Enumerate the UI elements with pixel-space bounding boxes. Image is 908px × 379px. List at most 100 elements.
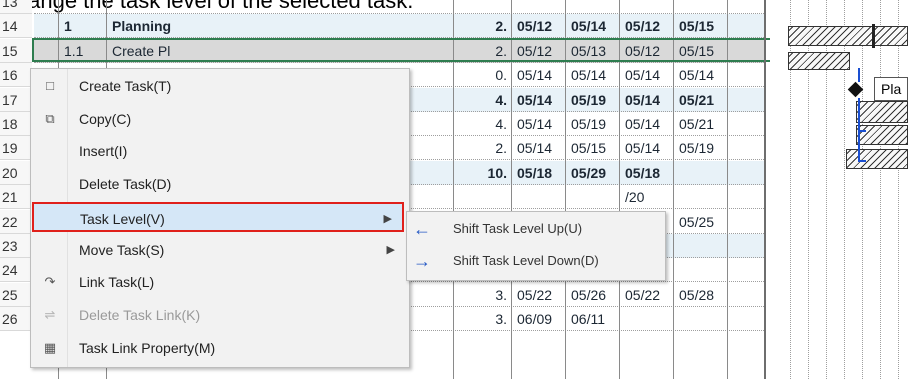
cell-id[interactable] xyxy=(60,0,106,14)
menu-item-label: Copy(C) xyxy=(79,110,132,127)
menu-item-task-link-property[interactable]: ▦ Task Link Property(M) xyxy=(33,333,405,363)
row-number[interactable]: 14 xyxy=(0,14,32,39)
cell-name[interactable]: Planning xyxy=(108,14,453,38)
cell-s2[interactable]: 05/18 xyxy=(621,161,673,185)
cell-dur[interactable]: 2. xyxy=(455,14,511,38)
menu-item-move-task[interactable]: Move Task(S) ▶ xyxy=(33,235,405,265)
cell-s1[interactable]: 05/14 xyxy=(513,88,565,112)
cell-s2[interactable]: 05/12 xyxy=(621,14,673,38)
cell-f2[interactable] xyxy=(675,185,727,209)
cell-dur[interactable]: 10. xyxy=(455,161,511,185)
cell-f1[interactable]: 05/19 xyxy=(567,112,619,136)
cell-s1[interactable]: 05/22 xyxy=(513,283,565,307)
cell-f2[interactable] xyxy=(675,161,727,185)
cell-s1[interactable]: 05/14 xyxy=(513,63,565,87)
cell-s1[interactable]: 05/18 xyxy=(513,161,565,185)
row-number[interactable]: 25 xyxy=(0,282,32,307)
cell-id[interactable]: 1 xyxy=(60,14,106,38)
gantt-bar-planning[interactable] xyxy=(788,26,908,46)
gantt-bar-task[interactable] xyxy=(856,125,908,145)
cell-f2[interactable]: 05/19 xyxy=(675,136,727,160)
cell-f2[interactable]: 05/21 xyxy=(675,88,727,112)
cell-f1[interactable] xyxy=(567,0,619,14)
menu-item-label: Move Task(S) xyxy=(79,241,165,258)
cell-s1[interactable]: 06/09 xyxy=(513,307,565,331)
cell-s1[interactable]: 05/12 xyxy=(513,14,565,38)
row-number[interactable]: 20 xyxy=(0,160,32,185)
cell-f2[interactable]: 05/15 xyxy=(675,14,727,38)
cell-f2[interactable] xyxy=(675,234,727,258)
cell-s2[interactable] xyxy=(621,307,673,331)
cell-s2[interactable]: 05/14 xyxy=(621,112,673,136)
cell-s2[interactable]: 05/14 xyxy=(621,88,673,112)
gantt-chart: Pla xyxy=(770,0,908,379)
cell-f1[interactable]: 05/14 xyxy=(567,14,619,38)
arrow-right-icon: → xyxy=(413,251,431,271)
cell-f1[interactable]: 06/11 xyxy=(567,307,619,331)
shift-level-up-label: Shift Task Level Up(U) xyxy=(453,221,583,236)
cell-s1[interactable] xyxy=(513,0,565,14)
cell-f2[interactable]: 05/21 xyxy=(675,112,727,136)
menu-item-label: Insert(I) xyxy=(79,143,128,160)
cell-f2[interactable] xyxy=(675,0,727,14)
shift-level-down-item[interactable]: → Shift Task Level Down(D) xyxy=(407,246,665,276)
cell-s2[interactable]: 05/14 xyxy=(621,63,673,87)
row-number[interactable]: 22 xyxy=(0,209,32,234)
cell-f1[interactable]: 05/14 xyxy=(567,63,619,87)
row-number[interactable]: 26 xyxy=(0,307,32,332)
cell-f1[interactable] xyxy=(567,185,619,209)
menu-item-insert[interactable]: Insert(I) xyxy=(33,136,405,166)
submenu-arrow-icon: ▶ xyxy=(383,212,392,225)
context-menu: □ Create Task(T) ⧉ Copy(C) Insert(I) Delete T… xyxy=(30,68,410,368)
cell-s1[interactable]: 05/14 xyxy=(513,112,565,136)
cell-s2[interactable] xyxy=(621,0,673,14)
gantt-milestone-label: Pla xyxy=(874,77,908,101)
cell-dur[interactable]: 4. xyxy=(455,88,511,112)
cell-f2[interactable] xyxy=(675,258,727,282)
row-number[interactable]: 23 xyxy=(0,234,32,258)
row-number[interactable]: 18 xyxy=(0,112,32,136)
cell-f1[interactable]: 05/26 xyxy=(567,283,619,307)
row-number[interactable]: 15 xyxy=(0,38,32,63)
menu-item-delete-task-link: ⇌ Delete Task Link(K) xyxy=(33,300,405,330)
gantt-bar-create-plan[interactable] xyxy=(788,52,850,70)
cell-s1[interactable]: 05/14 xyxy=(513,136,565,160)
cell-dur[interactable] xyxy=(455,185,511,209)
cell-s2[interactable]: 05/22 xyxy=(621,283,673,307)
row-number[interactable]: 17 xyxy=(0,87,32,112)
cell-f2[interactable] xyxy=(675,307,727,331)
cell-f1[interactable]: 05/29 xyxy=(567,161,619,185)
menu-item-label: Task Link Property(M) xyxy=(79,339,216,356)
gantt-milestone[interactable] xyxy=(847,81,864,98)
cell-f1[interactable]: 05/15 xyxy=(567,136,619,160)
cell-s1[interactable] xyxy=(513,185,565,209)
row-number[interactable]: 21 xyxy=(0,185,32,210)
menu-item-copy[interactable]: ⧉ Copy(C) xyxy=(33,104,405,134)
cell-dur[interactable]: 0. xyxy=(455,63,511,87)
cell-s2[interactable]: /20 xyxy=(621,185,673,209)
menu-item-delete-task[interactable]: Delete Task(D) xyxy=(33,169,405,199)
menu-item-label: Link Task(L) xyxy=(79,274,155,291)
menu-item-link-task[interactable]: ↷ Link Task(L) xyxy=(33,267,405,297)
row-number[interactable]: 19 xyxy=(0,136,32,161)
cell-f2[interactable]: 05/25 xyxy=(675,210,727,234)
cell-dur[interactable]: 2. xyxy=(455,136,511,160)
cell-dur[interactable]: 3. xyxy=(455,283,511,307)
row-number[interactable]: 16 xyxy=(0,63,32,88)
cell-s2[interactable]: 05/14 xyxy=(621,136,673,160)
cell-dur[interactable] xyxy=(455,0,511,14)
cell-name[interactable] xyxy=(108,0,453,14)
cell-f1[interactable]: 05/19 xyxy=(567,88,619,112)
row-number[interactable]: 24 xyxy=(0,258,32,283)
cell-f2[interactable]: 05/14 xyxy=(675,63,727,87)
submenu-arrow-icon: ▶ xyxy=(386,243,395,256)
menu-item-task-level[interactable]: Task Level(V) ▶ xyxy=(32,201,404,232)
row-number[interactable]: 13 xyxy=(0,0,32,14)
shift-level-up-item[interactable]: ← Shift Task Level Up(U) xyxy=(407,214,665,244)
cell-dur[interactable]: 3. xyxy=(455,307,511,331)
gantt-bar-group[interactable] xyxy=(856,101,908,123)
cell-f2[interactable]: 05/28 xyxy=(675,283,727,307)
cell-dur[interactable]: 4. xyxy=(455,112,511,136)
gantt-bar-task-2[interactable] xyxy=(846,149,908,169)
menu-item-create-task[interactable]: □ Create Task(T) xyxy=(33,71,405,101)
